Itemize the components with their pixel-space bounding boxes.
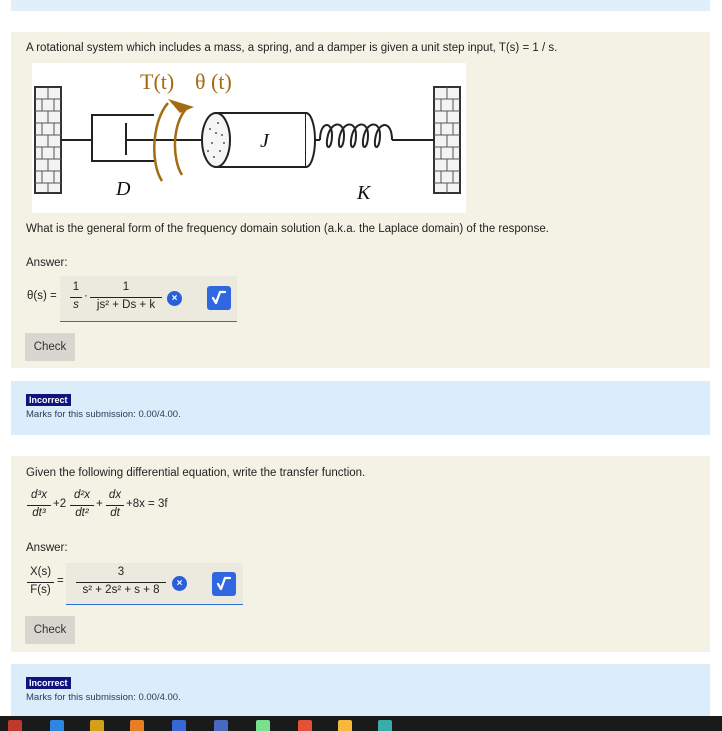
equals-sign: = [57,575,64,587]
fraction-1-numerator: 1 [72,281,80,293]
rhs-numerator: 3 [117,566,125,578]
spring-label: K [356,182,372,204]
multiply-dot: · [84,290,88,302]
fraction-1-bar [70,297,82,298]
browser-icon[interactable] [172,720,186,731]
d3x-bar [27,505,51,506]
previous-feedback-strip [11,0,710,11]
theta-label: θ (t) [195,69,232,94]
equation-rest: +8x = 3f [126,498,168,510]
rhs-denominator: s² + 2s² + s + 8 [82,584,160,596]
theta-lhs: θ(s) = [27,290,57,302]
damper [61,114,204,162]
left-wall [34,86,62,194]
dx-bar [106,505,124,506]
check-button-2[interactable]: Check [25,616,75,644]
app-icon[interactable] [214,720,228,731]
torque-arrowhead [168,99,194,113]
fraction-2-denominator: js² + Ds + k [96,299,156,311]
incorrect-badge-1: Incorrect [26,394,71,406]
question-2-prompt: Given the following differential equatio… [26,467,366,479]
plus-two: +2 [53,498,67,510]
right-wall [433,86,461,194]
d3x-numerator: d³x [31,489,47,501]
torque-label: T(t) [140,69,174,94]
app-icon[interactable] [130,720,144,731]
store-icon[interactable] [256,720,270,731]
answer-label-2: Answer: [26,542,68,554]
sqrt-icon [211,290,227,305]
spring [315,123,434,148]
question-1-question: What is the general form of the frequenc… [26,223,549,235]
question-1-prompt: A rotational system which includes a mas… [26,42,558,54]
fraction-1-denominator: s [73,299,79,311]
incorrect-badge-2: Incorrect [26,677,71,689]
taskbar [0,716,722,731]
question-2-card [11,456,710,652]
lhs-bar [27,582,54,583]
rotational-system-figure: T(t) θ (t) J D K [32,63,466,213]
plus-sign: + [96,498,103,510]
mail-icon[interactable] [90,720,104,731]
d2x-denominator: dt² [75,507,89,519]
d2x-numerator: d²x [74,489,90,501]
math-editor-button-2[interactable] [212,572,236,596]
lhs-denominator: F(s) [30,584,51,596]
chrome-icon[interactable] [338,720,352,731]
office-icon[interactable] [298,720,312,731]
math-editor-button[interactable] [207,286,231,310]
feedback-1-card [11,381,710,435]
d3x-denominator: dt³ [32,507,46,519]
file-explorer-icon[interactable] [50,720,64,731]
clear-answer-icon-2[interactable]: × [172,576,187,591]
rhs-bar [76,582,166,583]
check-button-1[interactable]: Check [25,333,75,361]
rotational-system-diagram: T(t) θ (t) J D K [34,69,461,204]
dx-numerator: dx [108,489,122,501]
d2x-bar [70,505,94,506]
clear-answer-icon[interactable]: × [167,291,182,306]
inertia-cylinder [201,112,316,168]
marks-text-1: Marks for this submission: 0.00/4.00. [26,409,181,420]
app-icon[interactable] [378,720,392,731]
torque-arrows [153,102,187,182]
sqrt-icon [216,576,232,591]
fraction-2-bar [90,297,162,298]
marks-text-2: Marks for this submission: 0.00/4.00. [26,692,181,703]
fraction-2-numerator: 1 [122,281,130,293]
feedback-2-card [11,664,710,716]
lhs-numerator: X(s) [29,566,52,578]
answer-label: Answer: [26,257,68,269]
dx-denominator: dt [110,507,120,519]
damper-label: D [115,178,131,200]
windows-icon[interactable] [8,720,22,731]
inertia-label: J [260,130,270,152]
